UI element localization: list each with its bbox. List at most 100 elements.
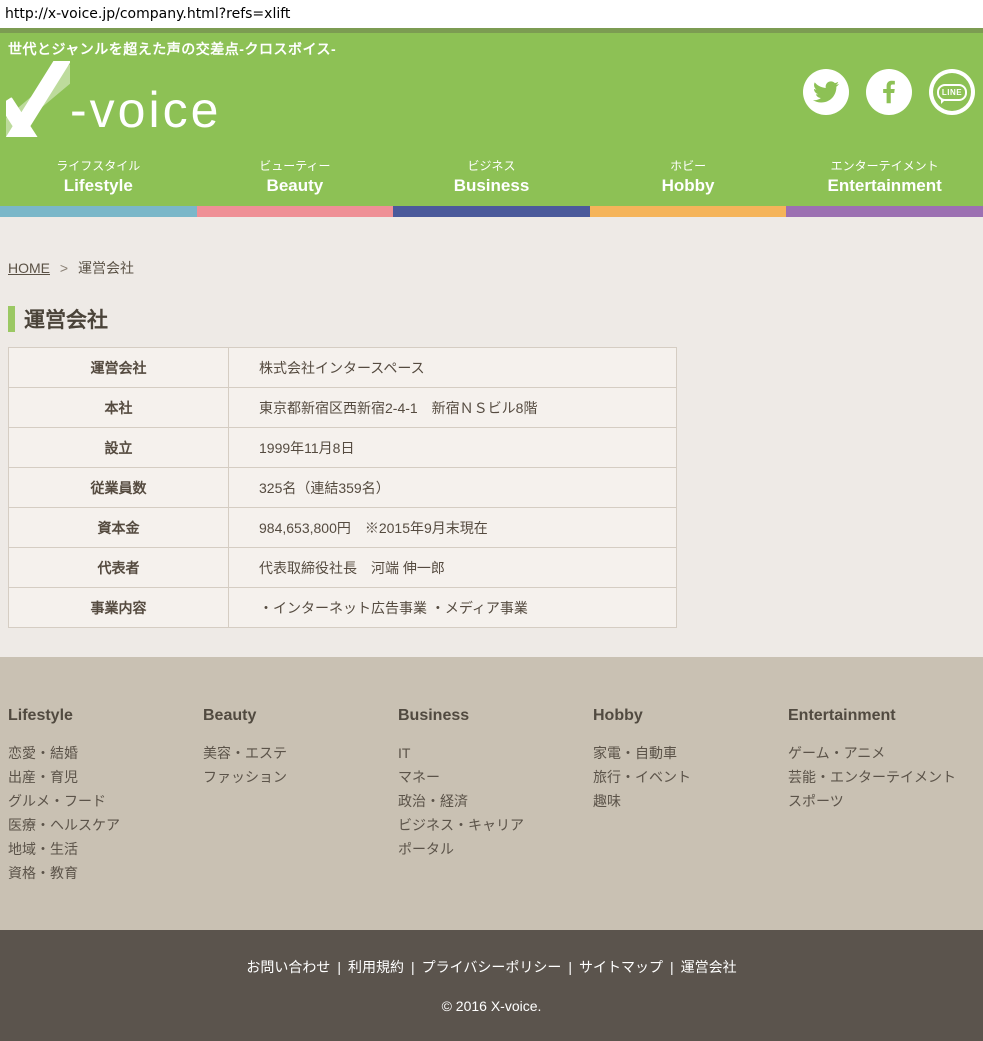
sitemap-link[interactable]: IT: [398, 741, 593, 765]
sitemap-link[interactable]: 芸能・エンターテイメント: [788, 765, 983, 789]
logo-row: -voice LINE: [0, 59, 983, 151]
facebook-button[interactable]: [866, 69, 912, 115]
browser-url-bar[interactable]: http://x-voice.jp/company.html?refs=xlif…: [0, 0, 983, 28]
sitemap-link[interactable]: 出産・育児: [8, 765, 203, 789]
sitemap-link[interactable]: スポーツ: [788, 789, 983, 813]
bottom-bar: お問い合わせ | 利用規約 | プライバシーポリシー | サイトマップ | 運営会社 © 201…: [0, 930, 983, 1041]
table-row: 本社 東京都新宿区西新宿2-4-1 新宿ＮＳビル8階: [9, 388, 677, 428]
row-value: 1999年11月8日: [229, 428, 677, 468]
nav-label-en: Entertainment: [786, 176, 983, 196]
site-logo[interactable]: -voice: [6, 61, 221, 137]
nav-bar-business: [393, 206, 590, 217]
social-links: LINE: [803, 69, 975, 115]
bottom-link-terms[interactable]: 利用規約: [348, 959, 404, 975]
twitter-button[interactable]: [803, 69, 849, 115]
browser-url-text[interactable]: http://x-voice.jp/company.html?refs=xlif…: [5, 6, 290, 22]
sitemap-column-lifestyle: Lifestyle 恋愛・結婚 出産・育児 グルメ・フード 医療・ヘルスケア 地…: [8, 707, 203, 930]
sitemap-link[interactable]: ファッション: [203, 765, 398, 789]
nav-category-color-bars: [0, 206, 983, 217]
twitter-icon: [813, 79, 839, 105]
bottom-link-separator: |: [670, 959, 674, 975]
company-info-table: 運営会社 株式会社インタースペース 本社 東京都新宿区西新宿2-4-1 新宿ＮＳ…: [8, 347, 677, 628]
breadcrumb-current: 運営会社: [78, 260, 134, 276]
sitemap-link[interactable]: ポータル: [398, 837, 593, 861]
nav-item-business[interactable]: ビジネス Business: [393, 157, 590, 196]
logo-text: -voice: [70, 88, 221, 137]
table-row: 従業員数 325名（連結359名）: [9, 468, 677, 508]
copyright: © 2016 X-voice.: [0, 998, 983, 1014]
sitemap-link[interactable]: 医療・ヘルスケア: [8, 813, 203, 837]
sitemap-link[interactable]: 恋愛・結婚: [8, 741, 203, 765]
nav-label-en: Beauty: [197, 176, 394, 196]
main-content: HOME > 運営会社 運営会社 運営会社 株式会社インタースペース 本社 東京…: [0, 217, 983, 657]
sitemap-link[interactable]: 趣味: [593, 789, 788, 813]
row-value: ・インターネット広告事業 ・メディア事業: [229, 588, 677, 628]
sitemap-link[interactable]: 資格・教育: [8, 861, 203, 885]
title-marker: [8, 306, 15, 332]
sitemap-column-business: Business IT マネー 政治・経済 ビジネス・キャリア ポータル: [398, 707, 593, 930]
line-icon-label: LINE: [937, 84, 967, 101]
row-label: 事業内容: [9, 588, 229, 628]
sitemap-link[interactable]: ビジネス・キャリア: [398, 813, 593, 837]
sitemap-link[interactable]: 美容・エステ: [203, 741, 398, 765]
sitemap-column-title: Business: [398, 707, 593, 725]
sitemap-column-title: Beauty: [203, 707, 398, 725]
bottom-link-sitemap[interactable]: サイトマップ: [579, 959, 663, 975]
nav-label-jp: エンターテイメント: [786, 157, 983, 174]
nav-bar-entertainment: [786, 206, 983, 217]
sitemap-link[interactable]: ゲーム・アニメ: [788, 741, 983, 765]
sitemap-link[interactable]: 地域・生活: [8, 837, 203, 861]
sitemap-link[interactable]: グルメ・フード: [8, 789, 203, 813]
bottom-link-separator: |: [337, 959, 341, 975]
sitemap-column-title: Lifestyle: [8, 707, 203, 725]
sitemap-link[interactable]: 家電・自動車: [593, 741, 788, 765]
bottom-links: お問い合わせ | 利用規約 | プライバシーポリシー | サイトマップ | 運営会社: [0, 930, 983, 977]
logo-x-mark-icon: [6, 61, 70, 137]
row-label: 資本金: [9, 508, 229, 548]
row-label: 運営会社: [9, 348, 229, 388]
sitemap-link[interactable]: マネー: [398, 765, 593, 789]
line-icon: LINE: [933, 73, 971, 111]
bottom-link-contact[interactable]: お問い合わせ: [246, 959, 330, 975]
nav-bar-beauty: [197, 206, 394, 217]
sitemap-column-entertainment: Entertainment ゲーム・アニメ 芸能・エンターテイメント スポーツ: [788, 707, 983, 930]
nav-label-en: Lifestyle: [0, 176, 197, 196]
bottom-link-company[interactable]: 運営会社: [681, 959, 737, 975]
row-label: 設立: [9, 428, 229, 468]
bottom-link-separator: |: [411, 959, 415, 975]
facebook-icon: [874, 77, 904, 107]
table-row: 資本金 984,653,800円 ※2015年9月末現在: [9, 508, 677, 548]
nav-label-jp: ビューティー: [197, 157, 394, 174]
row-value: 株式会社インタースペース: [229, 348, 677, 388]
table-row: 事業内容 ・インターネット広告事業 ・メディア事業: [9, 588, 677, 628]
row-label: 代表者: [9, 548, 229, 588]
sitemap-link[interactable]: 政治・経済: [398, 789, 593, 813]
nav-label-jp: ライフスタイル: [0, 157, 197, 174]
sitemap-column-title: Entertainment: [788, 707, 983, 725]
row-value: 東京都新宿区西新宿2-4-1 新宿ＮＳビル8階: [229, 388, 677, 428]
row-value: 325名（連結359名）: [229, 468, 677, 508]
page-title-text: 運営会社: [24, 304, 108, 334]
nav-item-entertainment[interactable]: エンターテイメント Entertainment: [786, 157, 983, 196]
nav-bar-lifestyle: [0, 206, 197, 217]
nav-item-lifestyle[interactable]: ライフスタイル Lifestyle: [0, 157, 197, 196]
sitemap-column-title: Hobby: [593, 707, 788, 725]
row-label: 本社: [9, 388, 229, 428]
nav-label-jp: ホビー: [590, 157, 787, 174]
row-value: 984,653,800円 ※2015年9月末現在: [229, 508, 677, 548]
line-button[interactable]: LINE: [929, 69, 975, 115]
site-header: 世代とジャンルを超えた声の交差点-クロスボイス- -voice LINE: [0, 33, 983, 206]
row-value: 代表取締役社長 河端 伸一郎: [229, 548, 677, 588]
sitemap-link[interactable]: 旅行・イベント: [593, 765, 788, 789]
breadcrumb: HOME > 運営会社: [8, 217, 975, 278]
bottom-link-separator: |: [568, 959, 572, 975]
nav-item-hobby[interactable]: ホビー Hobby: [590, 157, 787, 196]
main-nav: ライフスタイル Lifestyle ビューティー Beauty ビジネス Bus…: [0, 151, 983, 206]
site-tagline: 世代とジャンルを超えた声の交差点-クロスボイス-: [0, 33, 983, 59]
table-row: 代表者 代表取締役社長 河端 伸一郎: [9, 548, 677, 588]
nav-item-beauty[interactable]: ビューティー Beauty: [197, 157, 394, 196]
bottom-link-privacy[interactable]: プライバシーポリシー: [422, 959, 562, 975]
nav-bar-hobby: [590, 206, 787, 217]
breadcrumb-home-link[interactable]: HOME: [8, 260, 50, 276]
sitemap-footer: Lifestyle 恋愛・結婚 出産・育児 グルメ・フード 医療・ヘルスケア 地…: [0, 657, 983, 930]
